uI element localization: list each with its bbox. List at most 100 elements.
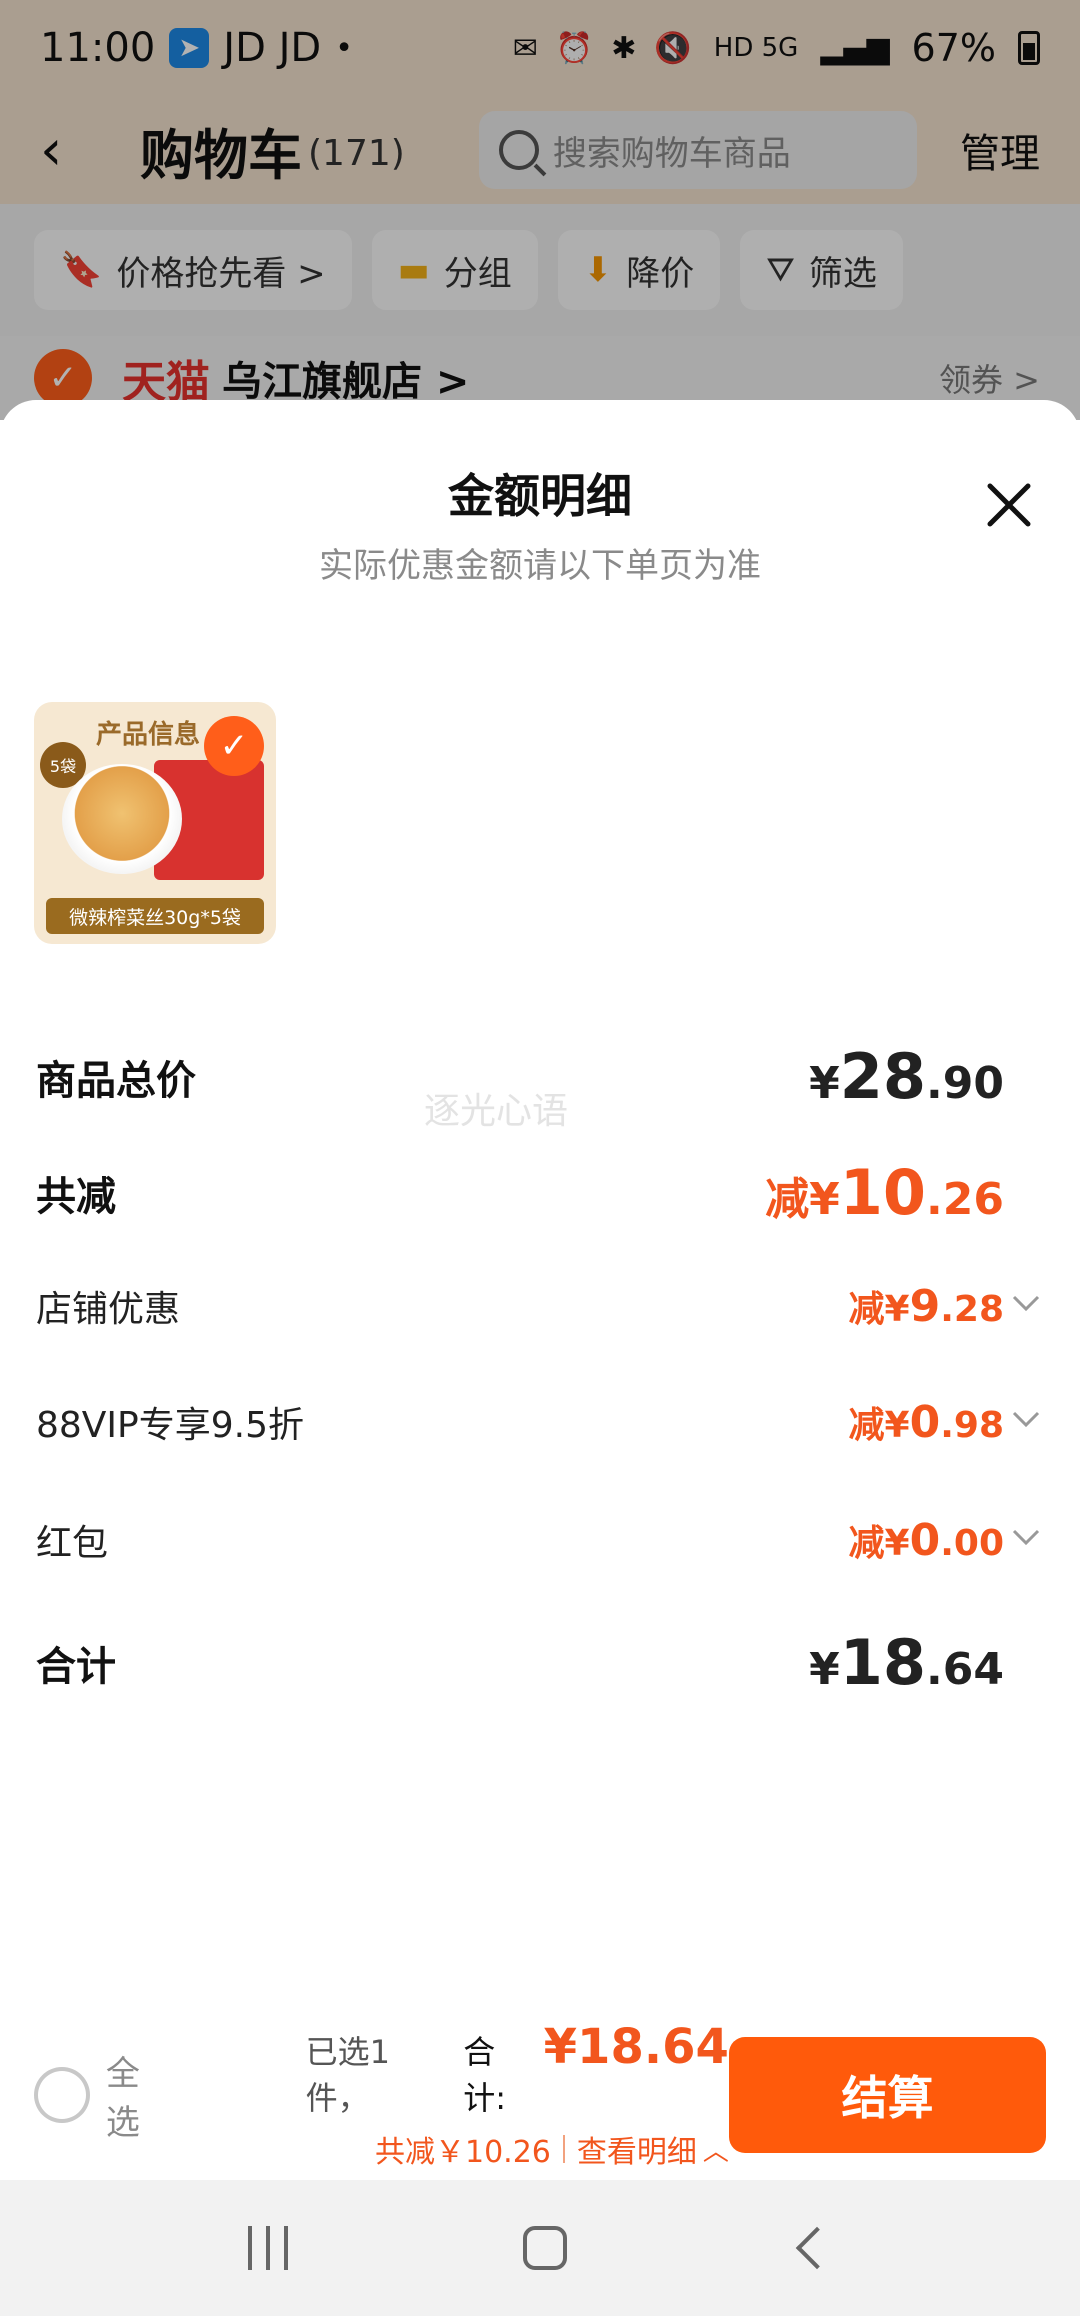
filter-chip-filter[interactable]: ⛛ 筛选 bbox=[740, 230, 903, 310]
subtotal-currency: ¥ bbox=[809, 1058, 840, 1109]
thumbnail-label: 微辣榨菜丝30g*5袋 bbox=[46, 898, 264, 934]
checkout-bar: 全选 已选1件， 合计: ¥18.64 共减￥10.26 查看明细 ︿ 结算 bbox=[0, 2010, 1080, 2180]
chevron-down-icon[interactable] bbox=[1008, 1401, 1044, 1437]
summary-divider bbox=[562, 2135, 565, 2163]
thumbnail-title: 产品信息 bbox=[96, 720, 201, 750]
network-indicator: HD 5G bbox=[713, 33, 799, 63]
price-tag-icon: 🔖 bbox=[60, 250, 103, 290]
vip-discount-int: 0 bbox=[909, 1397, 941, 1448]
total-label: 合计 bbox=[36, 1643, 116, 1690]
discount-total-amount: 减¥ 10 .26 bbox=[765, 1156, 1044, 1229]
vip-discount-dec: .98 bbox=[940, 1405, 1004, 1446]
coupon-link[interactable]: 领券 > bbox=[939, 355, 1040, 401]
filter-chip-price-preview[interactable]: 🔖 价格抢先看 > bbox=[34, 230, 352, 310]
recent-apps-icon[interactable] bbox=[247, 2226, 288, 2270]
discount-total-prefix: 减¥ bbox=[765, 1174, 840, 1225]
view-details-link[interactable]: 查看明细 bbox=[577, 2127, 697, 2171]
battery-icon bbox=[1018, 31, 1040, 65]
close-icon[interactable] bbox=[984, 480, 1034, 530]
mute-icon: 🔇 bbox=[654, 30, 692, 66]
total-dec: .64 bbox=[926, 1644, 1004, 1695]
product-thumbnail[interactable]: 产品信息 5袋 微辣榨菜丝30g*5袋 ✓ bbox=[34, 702, 276, 944]
total-currency: ¥ bbox=[809, 1644, 840, 1695]
subtotal-amount: ¥ 28 .90 bbox=[809, 1040, 1044, 1113]
subtotal-label: 商品总价 bbox=[36, 1057, 196, 1104]
vip-discount-prefix: 减¥ bbox=[848, 1405, 910, 1446]
store-discount-row[interactable]: 店铺优惠 减¥ 9 .28 bbox=[36, 1280, 1044, 1332]
back-nav-icon[interactable] bbox=[796, 2226, 839, 2270]
store-name[interactable]: 乌江旗舰店 > bbox=[222, 349, 469, 407]
status-bar: 11:00 ➤ JD JD • ✉ ⏰ ✱ 🔇 HD 5G ▂▄▆ 67% bbox=[0, 0, 1080, 96]
red-packet-prefix: 减¥ bbox=[848, 1523, 910, 1564]
alarm-icon: ⏰ bbox=[555, 30, 594, 66]
filter-chip-group[interactable]: ▬ 分组 bbox=[371, 230, 538, 310]
battery-percent: 67% bbox=[911, 26, 996, 70]
chip-label: 价格抢先看 > bbox=[116, 253, 326, 294]
search-placeholder: 搜索购物车商品 bbox=[552, 133, 791, 174]
status-time: 11:00 bbox=[40, 25, 156, 71]
vip-discount-amount: 减¥ 0 .98 bbox=[849, 1396, 1044, 1448]
summary-discount: 共减￥10.26 bbox=[374, 2135, 551, 2170]
cart-header: ‹ 购物车 (171) 搜索购物车商品 管理 bbox=[0, 96, 1080, 204]
product-bowl-image bbox=[62, 764, 182, 874]
store-discount-int: 9 bbox=[909, 1281, 941, 1332]
sheet-subtitle: 实际优惠金额请以下单页为准 bbox=[319, 546, 761, 586]
total-int: 18 bbox=[839, 1626, 927, 1699]
sheet-title: 金额明细 bbox=[448, 469, 632, 523]
checkout-button[interactable]: 结算 bbox=[728, 2037, 1046, 2153]
summary-total-value: ¥18.64 bbox=[543, 2019, 729, 2075]
chip-label: 分组 bbox=[443, 253, 512, 294]
search-input[interactable]: 搜索购物车商品 bbox=[478, 111, 917, 189]
store-checkbox-checked[interactable]: ✓ bbox=[34, 349, 92, 407]
cart-count: (171) bbox=[308, 132, 405, 174]
home-icon[interactable] bbox=[522, 2226, 567, 2270]
filter-icon: ⛛ bbox=[766, 250, 795, 290]
summary-total-label: 合计: bbox=[463, 2033, 507, 2117]
search-icon bbox=[498, 130, 539, 170]
select-all-checkbox[interactable] bbox=[34, 2067, 90, 2123]
red-packet-int: 0 bbox=[909, 1515, 941, 1566]
total-row: 合计 ¥ 18 .64 bbox=[36, 1626, 1044, 1699]
manage-button[interactable]: 管理 bbox=[960, 121, 1040, 179]
discount-total-dec: .26 bbox=[926, 1174, 1004, 1225]
signal-icon: ▂▄▆ bbox=[820, 30, 890, 66]
chevron-up-icon[interactable]: ︿ bbox=[703, 2131, 729, 2168]
subtotal-row: 商品总价 ¥ 28 .90 bbox=[36, 1040, 1044, 1113]
vip-discount-label: 88VIP专享9.5折 bbox=[36, 1405, 305, 1446]
chevron-down-icon[interactable] bbox=[1008, 1519, 1044, 1555]
amount-details-sheet: 金额明细 实际优惠金额请以下单页为准 产品信息 5袋 微辣榨菜丝30g*5袋 ✓… bbox=[0, 400, 1080, 2180]
selected-count: 已选1件， bbox=[305, 2033, 391, 2117]
store-discount-amount: 减¥ 9 .28 bbox=[849, 1280, 1044, 1332]
chevron-down-icon[interactable] bbox=[1008, 1285, 1044, 1321]
folder-icon: ▬ bbox=[397, 250, 430, 290]
red-packet-dec: .00 bbox=[940, 1523, 1004, 1564]
store-discount-label: 店铺优惠 bbox=[36, 1289, 181, 1330]
message-icon: ✉ bbox=[512, 30, 538, 66]
bluetooth-icon: ✱ bbox=[611, 30, 637, 66]
store-discount-prefix: 减¥ bbox=[848, 1289, 910, 1330]
total-amount: ¥ 18 .64 bbox=[809, 1626, 1044, 1699]
red-packet-amount: 减¥ 0 .00 bbox=[849, 1514, 1044, 1566]
down-arrow-icon: ⬇ bbox=[583, 250, 613, 290]
filter-chip-price-drop[interactable]: ⬇ 降价 bbox=[557, 230, 721, 310]
order-summary: 已选1件， 合计: ¥18.64 共减￥10.26 查看明细 ︿ bbox=[306, 2019, 729, 2171]
filter-row: 🔖 价格抢先看 > ▬ 分组 ⬇ 降价 ⛛ 筛选 bbox=[0, 204, 1080, 336]
red-packet-label: 红包 bbox=[36, 1523, 109, 1564]
select-all-label[interactable]: 全选 bbox=[106, 2046, 174, 2144]
page-title: 购物车 bbox=[140, 123, 302, 187]
red-packet-row[interactable]: 红包 减¥ 0 .00 bbox=[36, 1514, 1044, 1566]
chip-label: 筛选 bbox=[808, 253, 877, 294]
app-notification-icon: ➤ bbox=[169, 28, 210, 68]
vip-discount-row[interactable]: 88VIP专享9.5折 减¥ 0 .98 bbox=[36, 1396, 1044, 1448]
status-dot: • bbox=[335, 30, 353, 66]
chip-label: 降价 bbox=[626, 253, 695, 294]
product-selected-check-icon: ✓ bbox=[204, 716, 264, 776]
discount-total-label: 共减 bbox=[36, 1173, 116, 1220]
subtotal-int: 28 bbox=[839, 1040, 927, 1113]
subtotal-dec: .90 bbox=[926, 1058, 1004, 1109]
store-discount-dec: .28 bbox=[940, 1289, 1004, 1330]
system-navigation-bar bbox=[0, 2180, 1080, 2316]
status-app-labels: JD JD bbox=[223, 25, 322, 71]
back-icon[interactable]: ‹ bbox=[40, 118, 100, 183]
discount-total-row: 共减 减¥ 10 .26 bbox=[36, 1156, 1044, 1229]
